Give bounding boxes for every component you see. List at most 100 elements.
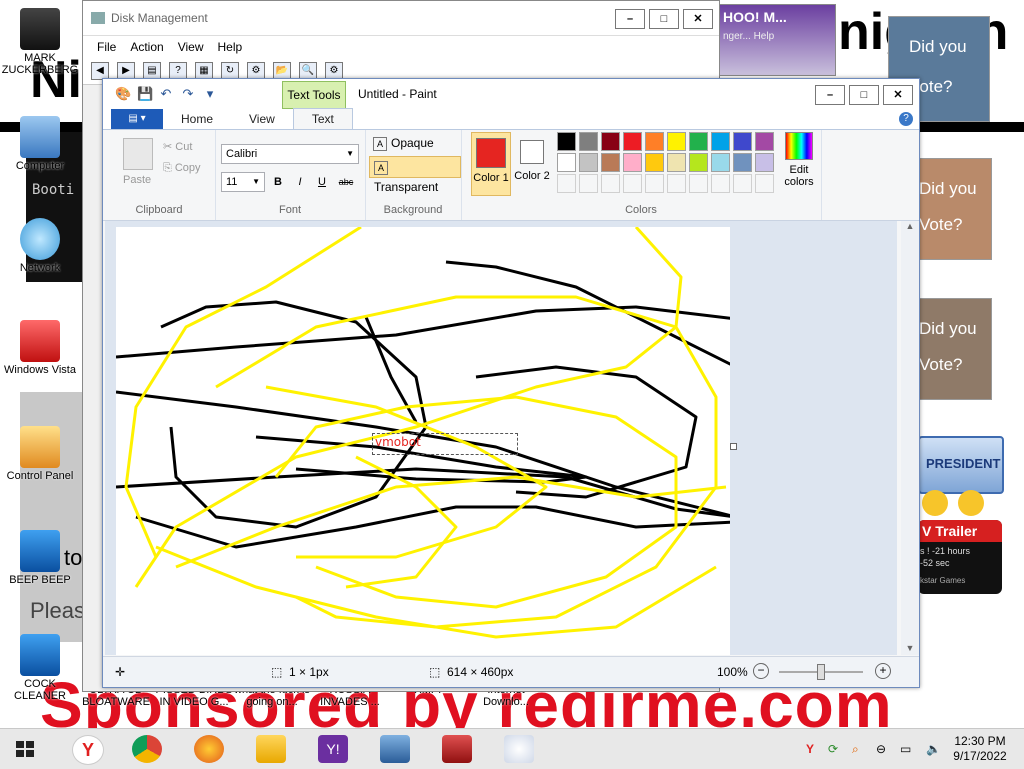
zoom-in-button[interactable]: +: [875, 663, 891, 679]
desktop-icon-network[interactable]: Network: [0, 218, 80, 274]
menu-file[interactable]: File: [97, 40, 116, 54]
palette-empty-swatch[interactable]: [601, 174, 620, 193]
minimize-button[interactable]: –: [815, 85, 845, 105]
network-tray-icon[interactable]: ▭: [900, 742, 911, 756]
zoom-out-button[interactable]: −: [753, 663, 769, 679]
menu-view[interactable]: View: [178, 40, 204, 54]
sync-tray-icon[interactable]: ⟳: [828, 742, 838, 756]
palette-swatch[interactable]: [601, 132, 620, 151]
palette-swatch[interactable]: [689, 153, 708, 172]
toolbox-icon[interactable]: [442, 735, 472, 763]
menu-help[interactable]: Help: [218, 40, 243, 54]
color2-button[interactable]: Color 2: [513, 132, 551, 194]
yandex-browser-icon[interactable]: Y: [72, 735, 104, 765]
bold-button[interactable]: B: [269, 173, 287, 191]
zoom-slider-thumb[interactable]: [817, 664, 825, 680]
tab-text[interactable]: Text: [292, 108, 353, 129]
help-icon[interactable]: ?: [899, 112, 913, 126]
vote-ad-2[interactable]: Did you Vote?: [918, 158, 992, 260]
palette-swatch[interactable]: [755, 132, 774, 151]
maximize-button[interactable]: □: [649, 9, 679, 29]
underline-button[interactable]: U: [313, 173, 331, 191]
customize-dropdown-icon[interactable]: ▾: [203, 87, 217, 101]
paste-button[interactable]: Paste: [123, 174, 151, 186]
desktop-icon-windows-vista[interactable]: Windows Vista: [0, 320, 80, 376]
hidden-icons-tray-icon[interactable]: ⊖: [876, 742, 886, 756]
palette-empty-swatch[interactable]: [557, 174, 576, 193]
tab-view[interactable]: View: [231, 109, 293, 129]
chrome-icon[interactable]: [132, 735, 162, 763]
president-badge[interactable]: PRESIDENT: [918, 436, 1004, 494]
canvas-area[interactable]: vmobot: [105, 221, 897, 655]
clock[interactable]: 12:30 PM 9/17/2022: [950, 734, 1010, 764]
palette-empty-swatch[interactable]: [711, 174, 730, 193]
canvas-resize-handle[interactable]: [730, 443, 737, 450]
redo-icon[interactable]: ↷: [181, 87, 195, 101]
palette-empty-swatch[interactable]: [645, 174, 664, 193]
yahoo-messenger-icon[interactable]: Y!: [318, 735, 348, 763]
start-button[interactable]: [10, 735, 40, 763]
palette-swatch[interactable]: [733, 153, 752, 172]
palette-swatch[interactable]: [645, 153, 664, 172]
desktop-icon-control-panel[interactable]: Control Panel: [0, 426, 80, 482]
volume-icon[interactable]: 🔈: [926, 742, 941, 756]
font-size-select[interactable]: 11 ▼: [221, 172, 265, 192]
trailer-ad[interactable]: V Trailer s ! -21 hours -52 sec kstar Ga…: [918, 520, 1002, 594]
copy-button[interactable]: ⎘ Copy: [163, 162, 201, 175]
palette-empty-swatch[interactable]: [667, 174, 686, 193]
paint-taskbar-icon[interactable]: [504, 735, 534, 763]
palette-empty-swatch[interactable]: [579, 174, 598, 193]
color1-button[interactable]: Color 1: [471, 132, 511, 196]
file-menu-button[interactable]: ▤ ▾: [111, 109, 163, 129]
palette-swatch[interactable]: [733, 132, 752, 151]
canvas-text[interactable]: vmobot: [375, 435, 421, 449]
menu-action[interactable]: Action: [130, 40, 163, 54]
minimize-button[interactable]: –: [615, 9, 645, 29]
palette-empty-swatch[interactable]: [733, 174, 752, 193]
palette-swatch[interactable]: [667, 153, 686, 172]
palette-swatch[interactable]: [557, 132, 576, 151]
undo-icon[interactable]: ↶: [159, 87, 173, 101]
palette-swatch[interactable]: [711, 132, 730, 151]
palette-empty-swatch[interactable]: [755, 174, 774, 193]
font-family-select[interactable]: Calibri ▼: [221, 144, 359, 164]
desktop-icon-beep-beep[interactable]: BEEP BEEP: [0, 530, 80, 586]
drawing-canvas[interactable]: vmobot: [116, 227, 730, 655]
palette-swatch[interactable]: [711, 153, 730, 172]
desktop-icon-mark-zuckerberg[interactable]: MARK ZUCKERBERG: [0, 8, 80, 76]
close-button[interactable]: ✕: [883, 85, 913, 105]
firefox-icon[interactable]: [194, 735, 224, 763]
vote-ad-3[interactable]: Did you Vote?: [918, 298, 992, 400]
maximize-button[interactable]: □: [849, 85, 879, 105]
search-tray-icon[interactable]: ⌕: [852, 742, 859, 757]
text-selection-box[interactable]: vmobot: [372, 433, 518, 455]
palette-empty-swatch[interactable]: [623, 174, 642, 193]
transparent-button[interactable]: A Transparent: [369, 156, 461, 194]
palette-swatch[interactable]: [645, 132, 664, 151]
file-explorer-icon[interactable]: [256, 735, 286, 763]
disk-management-taskbar-icon[interactable]: [380, 735, 410, 763]
paint-window[interactable]: 🎨 💾 ↶ ↷ ▾ Text Tools Untitled - Paint – …: [102, 78, 920, 688]
yahoo-messenger-window[interactable]: HOO! M... nger... Help: [716, 4, 836, 76]
save-icon[interactable]: 💾: [137, 87, 153, 101]
palette-swatch[interactable]: [557, 153, 576, 172]
desktop-icon-cock-cleaner[interactable]: COCK CLEANER: [0, 634, 80, 702]
italic-button[interactable]: I: [291, 173, 309, 191]
yandex-tray-icon[interactable]: Y: [806, 742, 814, 756]
palette-swatch[interactable]: [755, 153, 774, 172]
vertical-scrollbar[interactable]: ▲ ▼: [901, 221, 919, 655]
paste-icon[interactable]: [123, 138, 153, 170]
desktop-icon-computer[interactable]: Computer: [0, 116, 80, 172]
paint-titlebar[interactable]: 🎨 💾 ↶ ↷ ▾ Text Tools Untitled - Paint – …: [103, 79, 919, 109]
palette-swatch[interactable]: [579, 132, 598, 151]
palette-swatch[interactable]: [623, 153, 642, 172]
palette-empty-swatch[interactable]: [689, 174, 708, 193]
palette-swatch[interactable]: [667, 132, 686, 151]
opaque-button[interactable]: A Opaque: [373, 136, 434, 151]
edit-colors-button[interactable]: Edit colors: [777, 132, 821, 192]
text-tools-context-tab[interactable]: Text Tools: [282, 81, 346, 109]
close-button[interactable]: ✕: [683, 9, 713, 29]
palette-swatch[interactable]: [623, 132, 642, 151]
palette-swatch[interactable]: [579, 153, 598, 172]
cut-button[interactable]: ✂ Cut: [163, 140, 192, 153]
